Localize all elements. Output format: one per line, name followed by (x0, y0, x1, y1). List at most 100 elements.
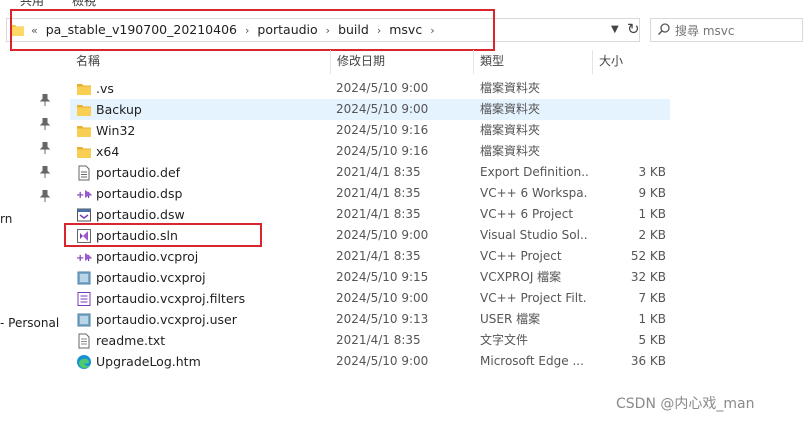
refresh-icon[interactable]: ↻ (627, 20, 640, 38)
file-type: VC++ Project (480, 249, 562, 263)
file-size: 36 KB (630, 354, 666, 368)
file-name[interactable]: portaudio.vcproj (96, 246, 198, 267)
file-size: 7 KB (638, 291, 666, 305)
chevron-down-icon[interactable]: ▼ (611, 24, 619, 35)
search-box[interactable] (650, 18, 803, 42)
file-row[interactable]: readme.txt 2021/4/1 8:35 文字文件 5 KB (70, 330, 670, 351)
file-date: 2024/5/10 9:16 (336, 123, 429, 137)
nav-item-partial[interactable]: rn (0, 212, 12, 226)
breadcrumb: « pa_stable_v190700_20210406 › portaudio › bu… (29, 19, 443, 41)
file-row[interactable]: portaudio.sln 2024/5/10 9:00 Visual Studio… (70, 225, 670, 246)
breadcrumb-item-build[interactable]: build (338, 22, 369, 37)
file-date: 2024/5/10 9:15 (336, 270, 429, 284)
folder-icon (76, 144, 92, 160)
file-name[interactable]: portaudio.vcxproj.user (96, 309, 237, 330)
file-date: 2021/4/1 8:35 (336, 207, 421, 221)
file-size: 52 KB (630, 249, 666, 263)
nav-item-personal[interactable]: - Personal (0, 316, 59, 330)
file-row[interactable]: portaudio.vcxproj.user 2024/5/10 9:13 USER… (70, 309, 670, 330)
file-name[interactable]: portaudio.sln (96, 225, 178, 246)
dsw-file-icon (76, 207, 92, 223)
file-type: VC++ 6 Workspa... (480, 186, 588, 200)
file-name[interactable]: portaudio.vcxproj.filters (96, 288, 245, 309)
file-name[interactable]: Backup (96, 99, 142, 120)
file-type: 文字文件 (480, 333, 529, 347)
column-divider[interactable] (473, 50, 474, 74)
file-row[interactable]: .vs 2024/5/10 9:00 檔案資料夾 (70, 78, 670, 99)
file-date: 2024/5/10 9:00 (336, 291, 429, 305)
ribbon-tab-share[interactable]: 共用 (20, 0, 44, 9)
file-name[interactable]: Win32 (96, 120, 135, 141)
chevron-right-icon[interactable]: › (430, 24, 434, 37)
chevron-right-icon[interactable]: › (245, 24, 249, 37)
file-size: 1 KB (638, 312, 666, 326)
file-row[interactable]: Win32 2024/5/10 9:16 檔案資料夾 (70, 120, 670, 141)
file-size: 1 KB (638, 207, 666, 221)
column-divider[interactable] (592, 50, 593, 74)
file-size: 5 KB (638, 333, 666, 347)
breadcrumb-item-root[interactable]: pa_stable_v190700_20210406 (46, 22, 237, 37)
visual-studio-solution-icon (76, 228, 92, 244)
svg-text:++: ++ (76, 253, 92, 264)
file-name[interactable]: portaudio.dsp (96, 183, 182, 204)
file-date: 2021/4/1 8:35 (336, 249, 421, 263)
column-header-type[interactable]: 類型 (480, 50, 504, 72)
chevron-right-icon[interactable]: › (326, 24, 330, 37)
file-row[interactable]: portaudio.dsw 2021/4/1 8:35 VC++ 6 Project… (70, 204, 670, 225)
chevron-right-icon[interactable]: › (377, 24, 381, 37)
file-row[interactable]: portaudio.vcxproj 2024/5/10 9:15 VCXPROJ 檔… (70, 267, 670, 288)
pin-icon[interactable] (40, 118, 50, 130)
file-name[interactable]: .vs (96, 78, 114, 99)
file-row[interactable]: Backup 2024/5/10 9:00 檔案資料夾 (70, 99, 670, 120)
file-type: 檔案資料夾 (480, 81, 541, 95)
column-divider[interactable] (330, 50, 331, 74)
vcpp-project-icon: ++ (76, 249, 93, 265)
pin-icon[interactable] (40, 166, 50, 178)
file-name[interactable]: UpgradeLog.htm (96, 351, 201, 372)
file-date: 2024/5/10 9:00 (336, 81, 429, 95)
file-name[interactable]: x64 (96, 141, 119, 162)
breadcrumb-item-msvc[interactable]: msvc (389, 22, 422, 37)
column-header-size[interactable]: 大小 (599, 50, 623, 72)
file-name[interactable]: portaudio.vcxproj (96, 267, 206, 288)
file-type: VCXPROJ 檔案 (480, 270, 562, 284)
folder-icon (76, 102, 92, 118)
ribbon-remnant: 共用 檢視 (0, 0, 803, 10)
file-date: 2021/4/1 8:35 (336, 333, 421, 347)
def-file-icon (76, 165, 92, 181)
file-date: 2021/4/1 8:35 (336, 186, 421, 200)
file-size: 9 KB (638, 186, 666, 200)
file-type: Microsoft Edge ... (480, 354, 584, 368)
file-row[interactable]: ++ portaudio.vcproj 2021/4/1 8:35 VC++ Proj… (70, 246, 670, 267)
ribbon-tab-view[interactable]: 檢視 (72, 0, 96, 9)
file-row[interactable]: x64 2024/5/10 9:16 檔案資料夾 (70, 141, 670, 162)
watermark: CSDN @内心戏_man (616, 396, 755, 412)
column-header-name[interactable]: 名稱 (76, 50, 100, 72)
file-name[interactable]: portaudio.dsw (96, 204, 185, 225)
file-name[interactable]: portaudio.def (96, 162, 180, 183)
breadcrumb-item-portaudio[interactable]: portaudio (257, 22, 317, 37)
file-row[interactable]: UpgradeLog.htm 2024/5/10 9:00 Microsoft Ed… (70, 351, 670, 372)
pin-icon[interactable] (40, 94, 50, 106)
file-name[interactable]: readme.txt (96, 330, 165, 351)
file-row[interactable]: portaudio.def 2021/4/1 8:35 Export Definit… (70, 162, 670, 183)
svg-text:++: ++ (76, 190, 92, 201)
file-type: USER 檔案 (480, 312, 541, 326)
file-size: 3 KB (638, 165, 666, 179)
address-bar[interactable]: « pa_stable_v190700_20210406 › portaudio › bu… (6, 18, 640, 42)
file-date: 2024/5/10 9:13 (336, 312, 429, 326)
file-row[interactable]: portaudio.vcxproj.filters 2024/5/10 9:00 V… (70, 288, 670, 309)
file-size: 32 KB (630, 270, 666, 284)
column-header-date[interactable]: 修改日期 (337, 50, 385, 72)
folder-icon (10, 25, 24, 36)
pin-icon[interactable] (40, 190, 50, 202)
search-input[interactable] (673, 21, 803, 41)
file-type: 檔案資料夾 (480, 144, 541, 158)
folder-icon (76, 123, 92, 139)
file-type: 檔案資料夾 (480, 102, 541, 116)
file-row[interactable]: ++ portaudio.dsp 2021/4/1 8:35 VC++ 6 Works… (70, 183, 670, 204)
file-type: 檔案資料夾 (480, 123, 541, 137)
file-size: 2 KB (638, 228, 666, 242)
pin-icon[interactable] (40, 142, 50, 154)
breadcrumb-overflow[interactable]: « (31, 24, 38, 37)
